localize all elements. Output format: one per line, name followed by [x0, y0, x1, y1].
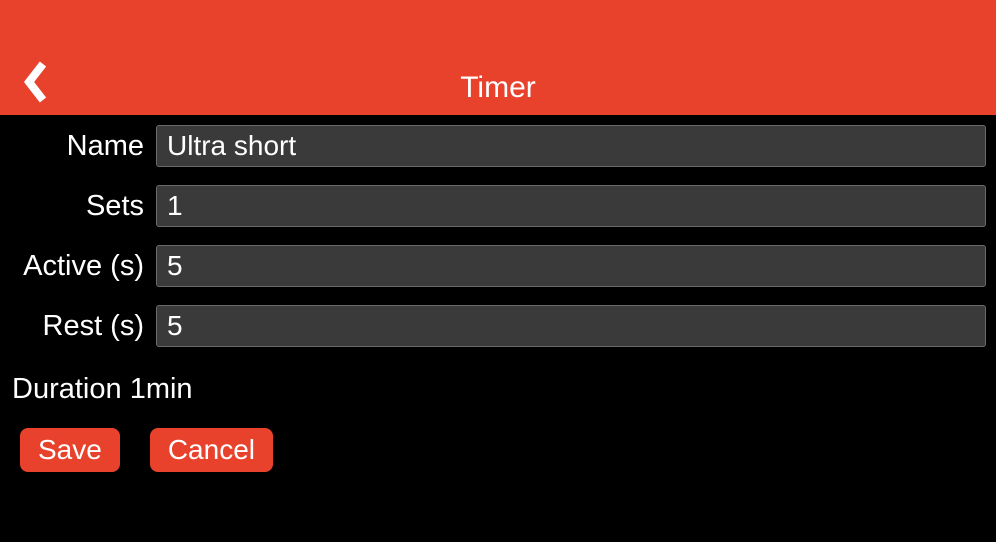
- sets-row: Sets: [6, 185, 986, 227]
- back-button[interactable]: [15, 57, 55, 107]
- name-row: Name: [6, 125, 986, 167]
- timer-form: Name Sets Active (s) Rest (s) Duration 1…: [0, 115, 996, 472]
- sets-input[interactable]: [156, 185, 986, 227]
- rest-input[interactable]: [156, 305, 986, 347]
- button-row: Save Cancel: [6, 428, 986, 472]
- duration-value: 1min: [130, 373, 193, 405]
- rest-row: Rest (s): [6, 305, 986, 347]
- rest-label: Rest (s): [6, 310, 156, 343]
- header: Timer: [0, 0, 996, 115]
- active-input[interactable]: [156, 245, 986, 287]
- name-label: Name: [6, 130, 156, 163]
- active-row: Active (s): [6, 245, 986, 287]
- back-chevron-icon: [23, 60, 47, 104]
- name-input[interactable]: [156, 125, 986, 167]
- cancel-button[interactable]: Cancel: [150, 428, 273, 472]
- sets-label: Sets: [6, 190, 156, 223]
- save-button[interactable]: Save: [20, 428, 120, 472]
- active-label: Active (s): [6, 250, 156, 283]
- duration-display: Duration 1min: [6, 365, 986, 428]
- page-title: Timer: [460, 71, 536, 105]
- duration-label: Duration: [12, 373, 122, 405]
